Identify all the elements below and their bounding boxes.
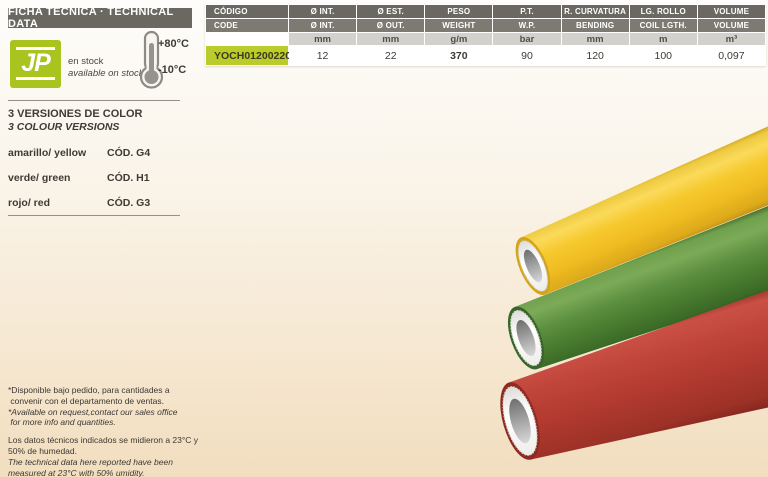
value-cell: 0,097 — [698, 46, 765, 65]
colour-versions-title-es: 3 VERSIONES DE COLOR — [8, 108, 142, 120]
value-cell: 370 — [425, 46, 492, 65]
footnote-line-en: The technical data here reported have be… — [8, 457, 208, 468]
col-header-es: PESO — [425, 5, 492, 18]
colour-versions-list: amarillo/ yellow CÓD. G4 verde/ green CÓD. … — [8, 147, 180, 222]
value-cell: 100 — [630, 46, 697, 65]
col-header-es: Ø EST. — [357, 5, 424, 18]
divider-bottom — [8, 215, 180, 216]
col-header-en: W.P. — [493, 19, 560, 32]
col-unit: mm — [357, 33, 424, 45]
col-header-en: Ø INT. — [289, 19, 356, 32]
footnote-group: *Disponible bajo pedido, para cantidades… — [8, 385, 208, 428]
col-header-es: R. CURVATURA — [562, 5, 629, 18]
col-unit: m³ — [698, 33, 765, 45]
colour-versions-title-en: 3 COLOUR VERSIONS — [8, 121, 119, 133]
footnote-line-en: for more info and quantities. — [8, 417, 208, 428]
value-cell: 90 — [493, 46, 560, 65]
divider-top — [8, 100, 180, 101]
product-code-cell: YOCH0120022000 — [206, 46, 288, 65]
colour-version-row: amarillo/ yellow CÓD. G4 — [8, 147, 180, 172]
footnote-line-es: 50% de humedad. — [8, 446, 208, 457]
col-header-en: BENDING — [562, 19, 629, 32]
footnote-line-es: Los datos técnicos indicados se midieron… — [8, 435, 208, 446]
footnote-line-en: measured at 23°C with 50% umidity. — [8, 468, 208, 477]
col-unit: mm — [289, 33, 356, 45]
logo-letters: JP — [10, 49, 61, 78]
footnotes: *Disponible bajo pedido, para cantidades… — [8, 385, 208, 477]
colour-name: verde/ green — [8, 172, 70, 184]
col-header-es: CÓDIGO — [206, 5, 288, 18]
col-unit: mm — [562, 33, 629, 45]
colour-code: CÓD. H1 — [107, 172, 150, 184]
spec-table: CÓDIGOØ INT.Ø EST.PESOP.T.R. CURVATURALG… — [205, 4, 766, 66]
temperature-max: +80°C — [158, 38, 202, 50]
col-header-en: VOLUME — [698, 19, 765, 32]
col-header-es: Ø INT. — [289, 5, 356, 18]
value-cell: 12 — [289, 46, 356, 65]
jp-logo: JP — [10, 40, 61, 88]
col-header-en: Ø OUT. — [357, 19, 424, 32]
col-header-es: LG. ROLLO — [630, 5, 697, 18]
colour-name: rojo/ red — [8, 197, 50, 209]
col-header-es: P.T. — [493, 5, 560, 18]
colour-version-row: rojo/ red CÓD. G3 — [8, 197, 180, 222]
col-header-en: WEIGHT — [425, 19, 492, 32]
value-cell: 120 — [562, 46, 629, 65]
col-unit — [206, 33, 288, 45]
footnote-line-en: *Available on request,contact our sales … — [8, 407, 208, 418]
col-header-es: VOLUME — [698, 5, 765, 18]
datasheet-page: FICHA TÈCNICA · TECHNICAL DATA JP en sto… — [0, 0, 768, 477]
col-header-en: CODE — [206, 19, 288, 32]
logo-underline — [16, 77, 55, 80]
footnote-group: Los datos técnicos indicados se midieron… — [8, 435, 208, 477]
col-header-en: COIL LGTH. — [630, 19, 697, 32]
temperature-min: -10°C — [158, 64, 202, 76]
col-unit: bar — [493, 33, 560, 45]
colour-version-row: verde/ green CÓD. H1 — [8, 172, 180, 197]
footnote-line-es: *Disponible bajo pedido, para cantidades… — [8, 385, 208, 396]
colour-code: CÓD. G3 — [107, 197, 150, 209]
colour-name: amarillo/ yellow — [8, 147, 86, 159]
col-unit: g/m — [425, 33, 492, 45]
colour-code: CÓD. G4 — [107, 147, 150, 159]
value-cell: 22 — [357, 46, 424, 65]
page-title: FICHA TÈCNICA · TECHNICAL DATA — [8, 8, 192, 28]
col-unit: m — [630, 33, 697, 45]
footnote-line-es: convenir con el departamento de ventas. — [8, 396, 208, 407]
